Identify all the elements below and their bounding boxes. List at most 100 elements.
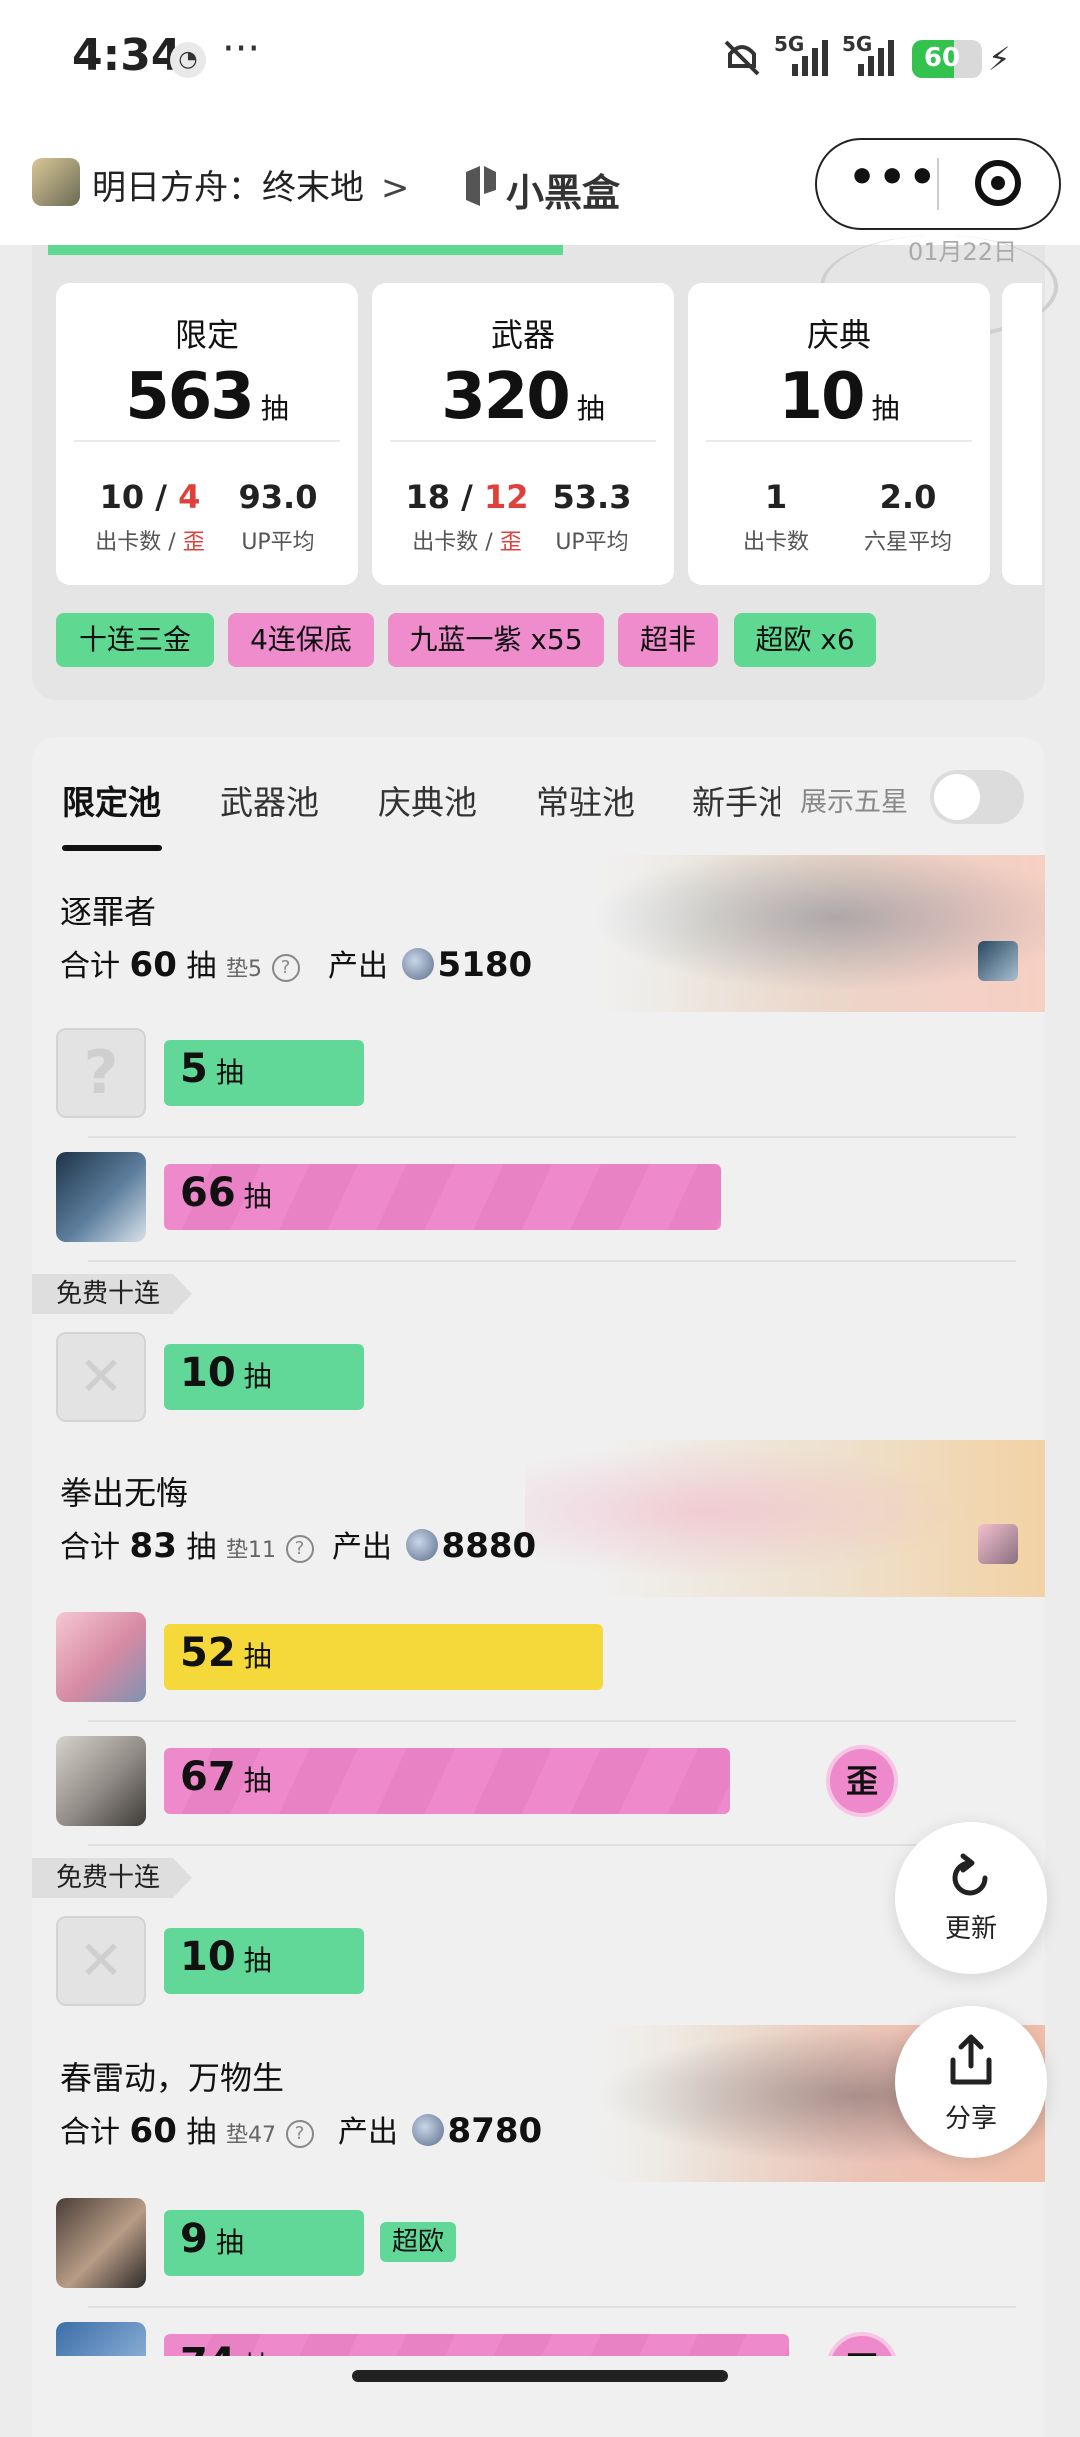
- xiaoheihe-logo-icon: [466, 166, 496, 206]
- chevron-right-icon: >: [380, 168, 410, 208]
- pool-total: 合计 60 抽 垫5 ?: [60, 941, 300, 985]
- achievement-tag: 九蓝一紫 x55: [388, 613, 604, 667]
- pool-title: 拳出无悔: [60, 1474, 189, 1512]
- pool-output: 产出 8880: [332, 1526, 537, 1566]
- stat-total: 10 抽: [778, 360, 900, 434]
- capsule-divider: [937, 158, 939, 210]
- tab-standard-pool[interactable]: 常驻池: [536, 776, 635, 824]
- pull-count: 74抽: [180, 2340, 272, 2356]
- off-banner-badge: 歪: [826, 1745, 898, 1817]
- pull-count: 10 抽: [180, 1350, 272, 1396]
- stat-cards-label: 出卡数 / 歪: [412, 530, 522, 555]
- pool-output: 产出 5180: [328, 945, 533, 985]
- lucky-badge: 超欧: [380, 2222, 457, 2262]
- divider: [88, 1844, 1016, 1846]
- tab-active-indicator: [62, 845, 162, 851]
- divider: [706, 440, 972, 442]
- character-portrait[interactable]: [56, 2198, 146, 2288]
- pool-banner[interactable]: 逐罪者 合计 60 抽 垫5 ? 产出 5180: [32, 855, 1045, 1012]
- achievement-tag: 十连三金: [56, 613, 214, 667]
- share-icon: [950, 2034, 992, 2085]
- achievement-tag: 超欧 x6: [734, 613, 876, 667]
- game-title: 明日方舟：终末地: [92, 168, 364, 208]
- currency-gem-icon: [411, 2114, 444, 2146]
- target-icon: [991, 176, 1005, 190]
- pull-count: 10 抽: [180, 1934, 272, 1980]
- more-menu-button[interactable]: •••: [848, 152, 938, 203]
- charging-icon: ⚡: [988, 40, 1011, 78]
- stat-total: 563 抽: [125, 360, 289, 434]
- achievement-tag: 4连保底: [228, 613, 374, 667]
- help-icon[interactable]: ?: [285, 1535, 314, 1563]
- character-artwork: [525, 855, 1045, 1012]
- pool-banner[interactable]: 春雷动，万物生 合计 60 抽 垫47 ? 产出 8780: [32, 2025, 1045, 2182]
- pool-total: 合计 60 抽 垫47 ?: [60, 2107, 314, 2151]
- refresh-icon: [952, 1853, 988, 1896]
- refresh-button[interactable]: 更新: [895, 1822, 1047, 1974]
- help-icon[interactable]: ?: [285, 2120, 314, 2148]
- stat-title: 限定: [174, 316, 239, 354]
- stat-up-avg-label: UP平均: [241, 530, 315, 555]
- character-portrait[interactable]: [56, 2322, 146, 2356]
- share-button[interactable]: 分享: [895, 2006, 1047, 2158]
- empty-slot-icon: ✕: [56, 1332, 146, 1422]
- tab-limited-pool[interactable]: 限定池: [62, 776, 161, 824]
- pull-count: 9抽: [180, 2216, 244, 2262]
- show-five-star-label: 展示五星: [800, 787, 908, 818]
- signal-icon-2: [858, 40, 894, 76]
- divider: [88, 1260, 1016, 1262]
- tab-beginner-pool[interactable]: 新手池: [692, 776, 780, 820]
- divider: [74, 440, 340, 442]
- pool-total: 合计 83 抽 垫11 ?: [60, 1522, 314, 1566]
- stat-six-star-avg-label: 六星平均: [863, 530, 952, 555]
- pool-output: 产出 8780: [338, 2111, 543, 2151]
- tab-beginner-pool-label: 新手池: [692, 783, 780, 820]
- refresh-label: 更新: [944, 1914, 997, 1944]
- character-portrait[interactable]: [56, 1736, 146, 1826]
- stat-up-avg-value: 93.0: [238, 478, 318, 516]
- pity-pad: 垫5: [225, 957, 262, 982]
- pull-count: 66 抽: [180, 1170, 272, 1216]
- character-portrait[interactable]: [56, 1612, 146, 1702]
- app-notification-icon: ◔: [170, 42, 206, 78]
- stat-cards-value: 18 / 12: [405, 478, 529, 516]
- divider: [390, 440, 656, 442]
- achievement-tag: 超非: [618, 613, 718, 667]
- divider: [88, 2306, 1016, 2308]
- stat-cards-label: 出卡数: [742, 530, 809, 555]
- signal-icon-1: [792, 40, 828, 76]
- tab-celebration-pool[interactable]: 庆典池: [378, 776, 477, 824]
- pool-banner[interactable]: 拳出无悔 合计 83 抽 垫11 ? 产出 8880: [32, 1440, 1045, 1597]
- divider: [88, 1720, 1016, 1722]
- stat-up-avg-label: UP平均: [555, 530, 629, 555]
- mute-icon: [724, 40, 760, 76]
- stat-total: 320 抽: [441, 360, 605, 434]
- character-artwork: [525, 1440, 1045, 1597]
- brand-name: 小黑盒: [506, 171, 621, 215]
- pull-count: 67 抽: [180, 1754, 272, 1800]
- stat-card-next-peek[interactable]: [1002, 283, 1042, 585]
- unknown-character-icon: ?: [56, 1028, 146, 1118]
- free-ten-pull-tag: 免费十连: [32, 1858, 192, 1898]
- tab-weapon-pool[interactable]: 武器池: [220, 776, 319, 824]
- pity-pad: 垫11: [225, 1538, 276, 1563]
- share-label: 分享: [944, 2104, 997, 2134]
- battery-level: 60: [923, 43, 961, 73]
- empty-slot-icon: ✕: [56, 1916, 146, 2006]
- status-more-dots: ···: [222, 26, 261, 72]
- game-avatar[interactable]: [32, 158, 80, 206]
- divider: [88, 1136, 1016, 1138]
- game-switch-link[interactable]: 明日方舟：终末地 >: [92, 160, 409, 209]
- help-icon[interactable]: ?: [271, 954, 300, 982]
- home-indicator[interactable]: [352, 2370, 728, 2382]
- stat-up-avg-value: 53.3: [552, 478, 632, 516]
- stat-cards-value: 10 / 4: [99, 478, 201, 516]
- pool-title: 逐罪者: [60, 893, 157, 931]
- character-thumbnail: [978, 1524, 1018, 1564]
- pool-title: 春雷动，万物生: [60, 2059, 285, 2097]
- character-portrait[interactable]: [56, 1152, 146, 1242]
- free-ten-pull-tag: 免费十连: [32, 1274, 192, 1314]
- stat-cards-label: 出卡数 / 歪: [95, 530, 205, 555]
- status-time: 4:34: [72, 30, 182, 81]
- stat-cards-value: 1: [764, 478, 788, 516]
